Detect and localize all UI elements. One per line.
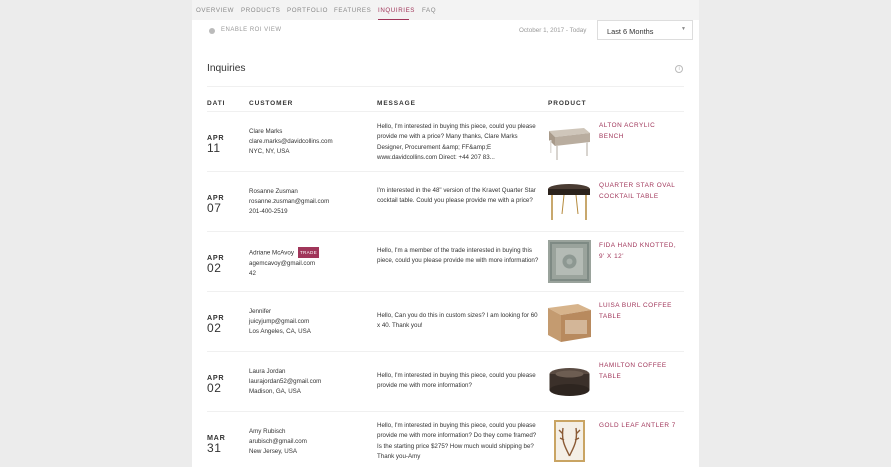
row-day: 02 <box>207 381 222 395</box>
table-row[interactable]: APR 02 Jennifer juicyjump@gmail.com Los … <box>192 291 699 351</box>
row-day: 02 <box>207 261 222 275</box>
tab-overview[interactable]: OVERVIEW <box>196 7 234 14</box>
page-title: Inquiries <box>207 63 246 74</box>
bench-thumbnail[interactable] <box>548 120 591 163</box>
customer-info: Rosanne Zusman rosanne.zusman@gmail.com … <box>249 187 369 217</box>
tab-features[interactable]: FEATURES <box>334 7 371 14</box>
column-header-message: MESSAGE <box>377 100 416 107</box>
cocktail-table-thumbnail[interactable] <box>548 180 591 223</box>
product-link[interactable]: GOLD LEAF ANTLER 7 <box>599 421 679 432</box>
row-day: 31 <box>207 441 222 455</box>
row-divider <box>207 351 684 352</box>
customer-location: New Jersey, USA <box>249 448 298 455</box>
period-select[interactable]: Last 6 Months ▼ <box>597 20 693 40</box>
message-text: Hello, I'm a member of the trade interes… <box>377 247 539 265</box>
tab-products[interactable]: PRODUCTS <box>241 7 281 14</box>
customer-name: Amy Rubisch <box>249 428 286 435</box>
row-divider <box>207 291 684 292</box>
divider <box>207 86 684 87</box>
message-text: Hello, I'm interested in buying this pie… <box>377 372 536 390</box>
row-divider <box>207 171 684 172</box>
top-nav: OVERVIEW PRODUCTS PORTFOLIO FEATURES INQ… <box>192 0 699 20</box>
roi-toggle-label[interactable]: ENABLE ROI VIEW <box>221 27 282 33</box>
product-link[interactable]: HAMILTON COFFEE TABLE <box>599 361 679 382</box>
customer-location: 201-400-2519 <box>249 208 288 215</box>
customer-name: Jennifer <box>249 308 272 315</box>
customer-name: Laura Jordan <box>249 368 286 375</box>
message-text: Hello, I'm interested in buying this pie… <box>377 422 537 461</box>
antler-print-thumbnail[interactable] <box>548 420 591 463</box>
info-icon[interactable]: i <box>675 65 683 73</box>
product-link[interactable]: LUISA BURL COFFEE TABLE <box>599 301 679 322</box>
customer-email[interactable]: agemcavoy@gmail.com <box>249 259 369 269</box>
row-divider <box>207 411 684 412</box>
date-range: October 1, 2017 - Today <box>519 27 587 34</box>
customer-email[interactable]: juicyjump@gmail.com <box>249 317 369 327</box>
rug-thumbnail[interactable] <box>548 240 591 283</box>
customer-location: NYC, NY, USA <box>249 148 290 155</box>
customer-email[interactable]: clare.marks@davidcollins.com <box>249 137 369 147</box>
row-divider <box>207 231 684 232</box>
active-tab-indicator <box>378 19 409 20</box>
burl-table-thumbnail[interactable] <box>548 300 591 343</box>
customer-location: Los Angeles, CA, USA <box>249 328 311 335</box>
message-text: I'm interested in the 48" version of the… <box>377 187 536 205</box>
row-day: 02 <box>207 321 222 335</box>
column-header-date[interactable]: DATE <box>207 100 224 107</box>
roi-toggle[interactable] <box>208 27 215 34</box>
customer-info: Amy Rubisch arubisch@gmail.com New Jerse… <box>249 427 369 457</box>
product-link[interactable]: ALTON ACRYLIC BENCH <box>599 121 679 142</box>
customer-location: 42 <box>249 269 256 277</box>
product-link[interactable]: QUARTER STAR OVAL COCKTAIL TABLE <box>599 181 679 202</box>
tab-portfolio[interactable]: PORTFOLIO <box>287 7 328 14</box>
message-text: Hello, I'm interested in buying this pie… <box>377 123 536 162</box>
tab-inquiries[interactable]: INQUIRIES <box>378 7 415 14</box>
table-row[interactable]: APR 11 Clare Marks clare.marks@davidcoll… <box>192 111 699 171</box>
chevron-down-icon: ▼ <box>681 26 686 32</box>
table-row[interactable]: APR 02 Laura Jordan laurajordan52@gmail.… <box>192 351 699 411</box>
customer-name: Adriane McAvoy <box>249 249 294 257</box>
table-row[interactable]: MAR 31 Amy Rubisch arubisch@gmail.com Ne… <box>192 411 699 467</box>
message-text: Hello, Can you do this in custom sizes? … <box>377 312 538 330</box>
customer-name: Clare Marks <box>249 128 283 135</box>
customer-info: Jennifer juicyjump@gmail.com Los Angeles… <box>249 307 369 337</box>
customer-info: Adriane McAvoy TRADE agemcavoy@gmail.com … <box>249 247 369 279</box>
column-header-customer: CUSTOMER <box>249 100 294 107</box>
column-header-product: PRODUCT <box>548 100 587 107</box>
customer-info: Clare Marks clare.marks@davidcollins.com… <box>249 127 369 157</box>
row-divider <box>207 111 684 112</box>
tab-faq[interactable]: FAQ <box>422 7 436 14</box>
customer-email[interactable]: laurajordan52@gmail.com <box>249 377 369 387</box>
product-link[interactable]: FIDA HAND KNOTTED, 9' X 12' <box>599 241 679 262</box>
row-day: 07 <box>207 201 222 215</box>
customer-email[interactable]: arubisch@gmail.com <box>249 437 369 447</box>
table-row[interactable]: APR 07 Rosanne Zusman rosanne.zusman@gma… <box>192 171 699 231</box>
customer-name: Rosanne Zusman <box>249 188 298 195</box>
table-row[interactable]: APR 02 Adriane McAvoy TRADE agemcavoy@gma… <box>192 231 699 291</box>
row-day: 11 <box>207 141 221 155</box>
period-select-value: Last 6 Months <box>607 27 654 36</box>
customer-email[interactable]: rosanne.zusman@gmail.com <box>249 197 369 207</box>
round-table-thumbnail[interactable] <box>548 360 591 403</box>
main-panel: OVERVIEW PRODUCTS PORTFOLIO FEATURES INQ… <box>192 0 699 467</box>
customer-info: Laura Jordan laurajordan52@gmail.com Mad… <box>249 367 369 397</box>
trade-badge: TRADE <box>297 247 320 258</box>
customer-location: Madison, GA, USA <box>249 388 301 395</box>
